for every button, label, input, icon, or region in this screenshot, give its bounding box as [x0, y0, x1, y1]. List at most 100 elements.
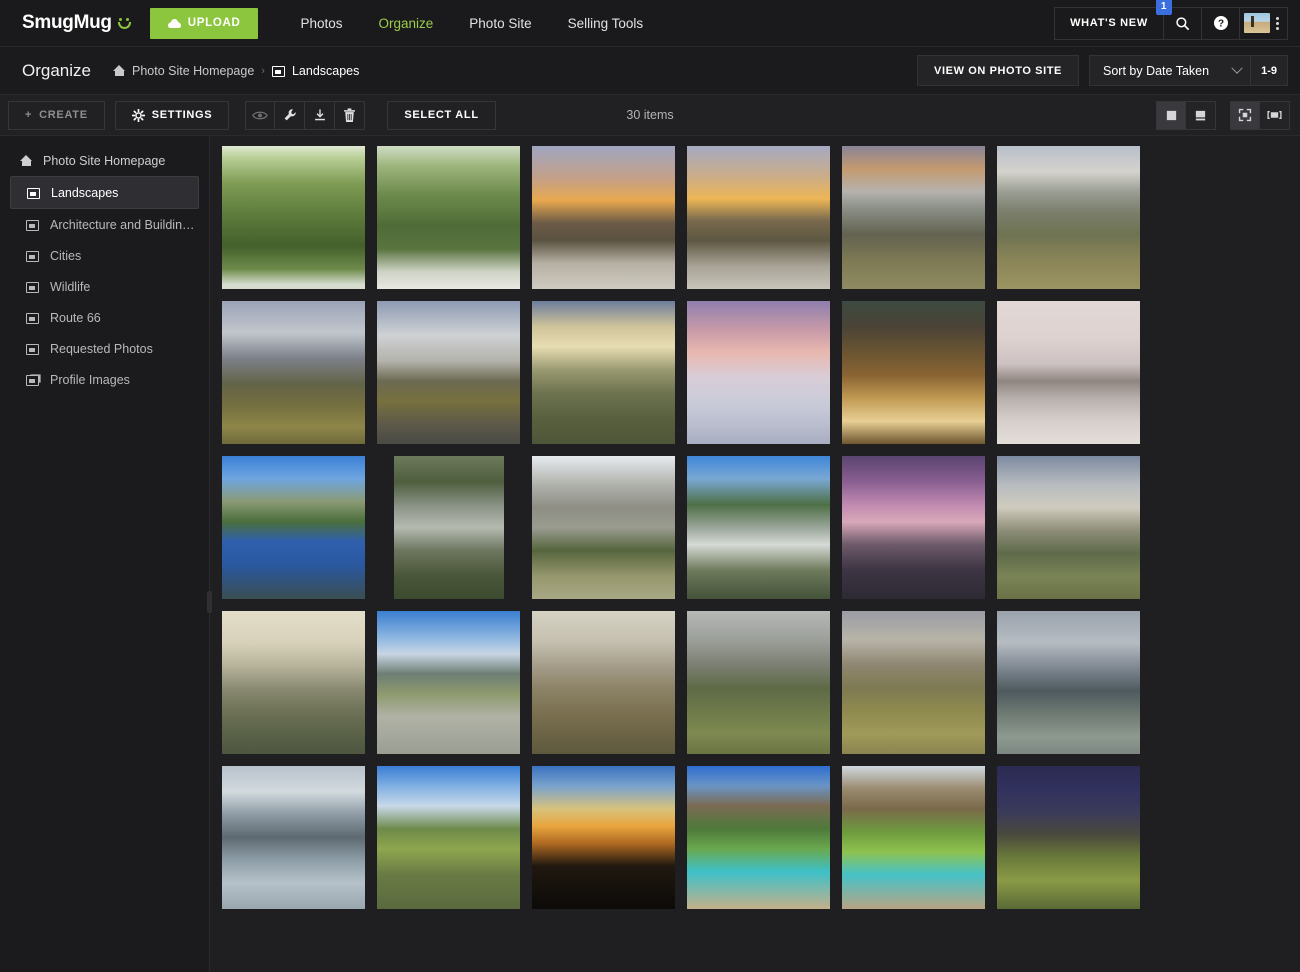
- view-toggle-cluster: [1156, 101, 1290, 130]
- photo-thumbnail[interactable]: [687, 456, 830, 599]
- home-icon: [113, 65, 126, 77]
- photo-image: [377, 766, 520, 909]
- photo-thumbnail[interactable]: [532, 146, 675, 289]
- photo-image: [377, 301, 520, 444]
- photo-thumbnail[interactable]: [532, 456, 675, 599]
- delete-button[interactable]: [335, 101, 365, 130]
- photo-thumbnail[interactable]: [222, 611, 365, 754]
- sidebar-item-requested-photos[interactable]: Requested Photos: [10, 333, 199, 364]
- brand-text: SmugMug: [22, 12, 112, 34]
- sidebar-item-label: Landscapes: [51, 186, 118, 200]
- photo-thumbnail[interactable]: [997, 766, 1140, 909]
- thumbnail-size-segment: [1230, 101, 1290, 130]
- whats-new-label: WHAT'S NEW: [1070, 17, 1148, 29]
- main-body: Photo Site Homepage Landscapes Architectur…: [0, 136, 1300, 972]
- photo-thumbnail[interactable]: [997, 456, 1140, 599]
- photo-thumbnail[interactable]: [377, 766, 520, 909]
- photo-thumbnail[interactable]: [377, 611, 520, 754]
- sort-dropdown-label: Sort by Date Taken: [1103, 64, 1209, 78]
- photo-image: [997, 301, 1140, 444]
- primary-nav-links: PhotosOrganizePhoto SiteSelling Tools: [282, 16, 661, 31]
- create-button[interactable]: + CREATE: [8, 101, 105, 130]
- chevron-down-icon: [1231, 62, 1242, 73]
- account-menu-button[interactable]: [1240, 7, 1288, 40]
- sidebar-item-route-66[interactable]: Route 66: [10, 302, 199, 333]
- visibility-button[interactable]: [245, 101, 275, 130]
- upload-button[interactable]: UPLOAD: [150, 8, 259, 39]
- photo-image: [532, 146, 675, 289]
- photo-image: [997, 146, 1140, 289]
- help-question-icon: ?: [1213, 15, 1229, 31]
- gear-icon: [132, 109, 145, 122]
- photo-image: [687, 301, 830, 444]
- photo-thumbnail[interactable]: [997, 146, 1140, 289]
- photo-thumbnail[interactable]: [687, 146, 830, 289]
- photo-thumbnail[interactable]: [687, 766, 830, 909]
- breadcrumb-item-label: Photo Site Homepage: [132, 64, 254, 78]
- download-button[interactable]: [305, 101, 335, 130]
- nav-link-photo-site[interactable]: Photo Site: [451, 16, 549, 31]
- nav-link-organize[interactable]: Organize: [361, 16, 452, 31]
- sidebar-item-wildlife[interactable]: Wildlife: [10, 271, 199, 302]
- photo-thumbnail[interactable]: [842, 766, 985, 909]
- photo-thumbnail[interactable]: [997, 301, 1140, 444]
- sidebar-resize-handle[interactable]: [207, 591, 212, 613]
- action-toolbar: + CREATE SETTINGS: [0, 95, 1300, 136]
- photo-thumbnail[interactable]: [532, 766, 675, 909]
- download-icon: [313, 108, 327, 122]
- photo-image: [687, 456, 830, 599]
- photo-thumbnail[interactable]: [842, 146, 985, 289]
- sort-dropdown[interactable]: Sort by Date Taken: [1090, 56, 1250, 85]
- photo-thumbnail[interactable]: [687, 611, 830, 754]
- photo-image: [997, 456, 1140, 599]
- sidebar-item-photo-site-homepage[interactable]: Photo Site Homepage: [10, 145, 199, 176]
- gallery-icon: [27, 187, 41, 198]
- photo-thumbnail[interactable]: [377, 146, 520, 289]
- photo-thumbnail[interactable]: [532, 301, 675, 444]
- photo-image: [222, 301, 365, 444]
- photo-thumbnail[interactable]: [377, 301, 520, 444]
- photo-thumbnail[interactable]: [377, 456, 520, 599]
- layout-view-segment: [1156, 101, 1216, 130]
- gallery-stack-icon: [26, 374, 40, 385]
- photo-image: [842, 146, 985, 289]
- photo-thumbnail[interactable]: [222, 456, 365, 599]
- grid-square-view-toggle[interactable]: [1156, 101, 1186, 130]
- photo-grid: [222, 146, 1300, 909]
- sidebar-item-label: Photo Site Homepage: [43, 154, 165, 168]
- sidebar-item-profile-images[interactable]: Profile Images: [10, 364, 199, 395]
- photo-thumbnail[interactable]: [842, 456, 985, 599]
- photo-thumbnail[interactable]: [842, 611, 985, 754]
- photo-thumbnail[interactable]: [532, 611, 675, 754]
- page-header-actions: VIEW ON PHOTO SITE Sort by Date Taken 1-…: [917, 55, 1288, 86]
- fill-thumbnails-toggle[interactable]: [1260, 101, 1290, 130]
- settings-button[interactable]: SETTINGS: [115, 101, 230, 130]
- photo-thumbnail[interactable]: [687, 301, 830, 444]
- sidebar-item-cities[interactable]: Cities: [10, 240, 199, 271]
- sort-direction-toggle[interactable]: 1-9: [1250, 56, 1287, 85]
- photo-thumbnail[interactable]: [222, 766, 365, 909]
- breadcrumb: Photo Site Homepage›Landscapes: [113, 64, 359, 78]
- nav-link-photos[interactable]: Photos: [282, 16, 360, 31]
- photo-thumbnail[interactable]: [842, 301, 985, 444]
- list-caption-view-toggle[interactable]: [1186, 101, 1216, 130]
- sidebar-item-architecture-and-buildin[interactable]: Architecture and Buildin…: [10, 209, 199, 240]
- whats-new-button[interactable]: WHAT'S NEW 1: [1054, 7, 1164, 40]
- account-avatar: [1244, 13, 1270, 33]
- photo-thumbnail[interactable]: [222, 146, 365, 289]
- help-button[interactable]: ?: [1202, 7, 1240, 40]
- sidebar-item-label: Requested Photos: [50, 342, 153, 356]
- breadcrumb-item-photo-site-homepage[interactable]: Photo Site Homepage: [113, 64, 254, 78]
- sidebar-item-landscapes[interactable]: Landscapes: [10, 176, 199, 209]
- photo-image: [997, 766, 1140, 909]
- photo-thumbnail[interactable]: [997, 611, 1140, 754]
- select-all-button[interactable]: SELECT ALL: [387, 101, 495, 130]
- wrench-icon: [283, 108, 297, 122]
- fit-thumbnails-toggle[interactable]: [1230, 101, 1260, 130]
- nav-link-selling-tools[interactable]: Selling Tools: [550, 16, 662, 31]
- edit-tools-button[interactable]: [275, 101, 305, 130]
- view-on-photo-site-button[interactable]: VIEW ON PHOTO SITE: [917, 55, 1079, 86]
- breadcrumb-item-landscapes[interactable]: Landscapes: [272, 64, 359, 78]
- photo-thumbnail[interactable]: [222, 301, 365, 444]
- smugmug-logo[interactable]: SmugMug: [0, 12, 150, 34]
